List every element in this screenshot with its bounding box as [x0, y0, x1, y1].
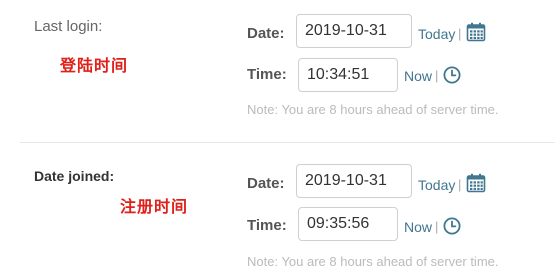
last-login-time-separator: | — [435, 68, 439, 83]
last-login-date-separator: | — [458, 26, 462, 41]
last-login-label: Last login: — [34, 18, 103, 35]
date-joined-time-label: Time: — [247, 217, 287, 234]
last-login-today-link[interactable]: Today — [418, 26, 455, 42]
date-joined-date-label: Date: — [247, 175, 285, 192]
date-joined-annotation: 注册时间 — [120, 199, 189, 216]
date-joined-date-separator: | — [458, 177, 462, 192]
calendar-icon[interactable] — [466, 22, 486, 47]
date-joined-now-link[interactable]: Now — [404, 219, 432, 235]
last-login-time-label: Time: — [247, 66, 287, 83]
date-joined-time-input[interactable] — [298, 207, 398, 241]
last-login-time-input[interactable] — [298, 58, 398, 92]
date-joined-date-input[interactable] — [296, 164, 412, 198]
date-joined-today-link[interactable]: Today — [418, 177, 455, 193]
last-login-annotation: 登陆时间 — [60, 58, 129, 75]
last-login-timezone-note: Note: You are 8 hours ahead of server ti… — [247, 102, 499, 117]
clock-icon[interactable] — [443, 66, 461, 89]
last-login-now-link[interactable]: Now — [404, 68, 432, 84]
clock-icon[interactable] — [443, 217, 461, 240]
calendar-icon[interactable] — [466, 173, 486, 198]
row-divider — [20, 142, 555, 143]
date-joined-label: Date joined: — [34, 168, 115, 184]
last-login-date-input[interactable] — [296, 14, 412, 48]
last-login-date-label: Date: — [247, 25, 285, 42]
date-joined-timezone-note: Note: You are 8 hours ahead of server ti… — [247, 254, 499, 269]
date-joined-time-separator: | — [435, 219, 439, 234]
